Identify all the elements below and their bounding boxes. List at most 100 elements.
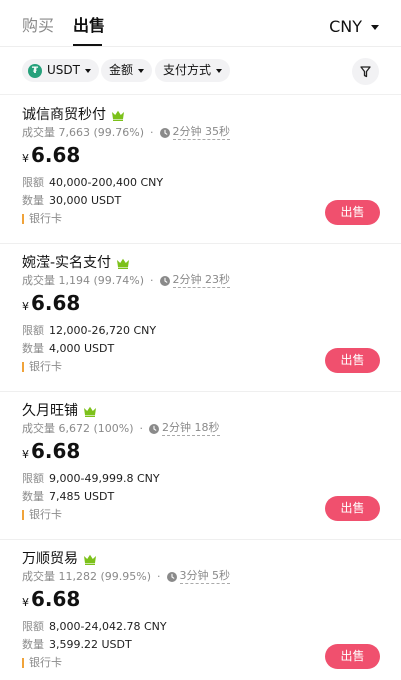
payment-method-label: 银行卡 bbox=[29, 212, 62, 225]
clock-icon bbox=[149, 423, 160, 434]
listing-card: 久月旺铺 成交量 6,672 (100%) · 2分钟 18秒 ¥ 6.68 限… bbox=[0, 392, 401, 540]
price: ¥ 6.68 bbox=[22, 586, 80, 612]
tab-buy[interactable]: 购买 bbox=[22, 16, 54, 36]
quantity-value: 7,485 USDT bbox=[49, 490, 115, 503]
currency-selector[interactable]: CNY bbox=[329, 17, 379, 37]
payment-filter[interactable]: 支付方式 bbox=[155, 59, 231, 82]
crown-icon bbox=[112, 110, 124, 121]
payment-filter-label: 支付方式 bbox=[163, 63, 212, 77]
asset-filter-label: USDT bbox=[47, 63, 80, 77]
merchant-name: 万顺贸易 bbox=[22, 551, 78, 567]
quantity-row: 数量 7,485 USDT bbox=[22, 490, 114, 504]
payment-indicator-bar bbox=[22, 658, 24, 668]
volume-value: 6,672 bbox=[58, 421, 91, 435]
limit-value: 12,000-26,720 CNY bbox=[49, 324, 157, 337]
listing-card: 诚信商贸秒付 成交量 7,663 (99.76%) · 2分钟 35秒 ¥ 6.… bbox=[0, 96, 401, 244]
listing-card: 万顺贸易 成交量 11,282 (99.95%) · 3分钟 5秒 ¥ 6.68… bbox=[0, 540, 401, 680]
price-value: 6.68 bbox=[31, 439, 81, 463]
sell-button[interactable]: 出售 bbox=[325, 496, 380, 521]
sell-button[interactable]: 出售 bbox=[325, 644, 380, 669]
release-time[interactable]: 2分钟 18秒 bbox=[162, 421, 220, 436]
currency-label: CNY bbox=[329, 17, 362, 36]
quantity-value: 30,000 USDT bbox=[49, 194, 122, 207]
release-time[interactable]: 2分钟 35秒 bbox=[172, 125, 231, 140]
quantity-row: 数量 3,599.22 USDT bbox=[22, 638, 132, 652]
price-value: 6.68 bbox=[31, 587, 81, 611]
merchant-name: 久月旺铺 bbox=[22, 403, 78, 419]
limit-label: 限额 bbox=[22, 176, 44, 189]
currency-symbol: ¥ bbox=[22, 596, 29, 609]
payment-method-label: 银行卡 bbox=[29, 360, 62, 373]
merchant-name: 诚信商贸秒付 bbox=[22, 107, 106, 123]
asset-filter[interactable]: ₮ USDT bbox=[22, 59, 99, 82]
currency-symbol: ¥ bbox=[22, 152, 29, 165]
payment-method-label: 银行卡 bbox=[29, 656, 62, 669]
merchant-stats: 成交量 1,194 (99.74%) · 2分钟 23秒 bbox=[22, 273, 231, 288]
quantity-label: 数量 bbox=[22, 194, 44, 207]
caret-down-icon bbox=[371, 24, 379, 30]
payment-method: 银行卡 bbox=[22, 212, 62, 226]
quantity-row: 数量 30,000 USDT bbox=[22, 194, 121, 208]
currency-symbol: ¥ bbox=[22, 448, 29, 461]
filter-bar: ₮ USDT 金额 支付方式 bbox=[0, 47, 401, 95]
volume-label: 成交量 bbox=[22, 421, 55, 435]
clock-icon bbox=[159, 275, 170, 286]
limit-value: 40,000-200,400 CNY bbox=[49, 176, 164, 189]
completion-rate: (99.95%) bbox=[100, 569, 152, 583]
payment-method: 银行卡 bbox=[22, 508, 62, 522]
amount-filter[interactable]: 金额 bbox=[101, 59, 153, 82]
caret-down-icon bbox=[84, 68, 91, 73]
quantity-label: 数量 bbox=[22, 342, 44, 355]
limit-label: 限额 bbox=[22, 472, 44, 485]
caret-down-icon bbox=[216, 68, 223, 73]
volume-value: 11,282 bbox=[58, 569, 98, 583]
volume-label: 成交量 bbox=[22, 273, 55, 287]
payment-indicator-bar bbox=[22, 510, 24, 520]
volume-label: 成交量 bbox=[22, 569, 55, 583]
limit-row: 限额 8,000-24,042.78 CNY bbox=[22, 620, 167, 634]
merchant-name-row[interactable]: 万顺贸易 bbox=[22, 550, 97, 568]
quantity-value: 4,000 USDT bbox=[49, 342, 115, 355]
merchant-name-row[interactable]: 婉滢-实名支付 bbox=[22, 254, 130, 272]
active-tab-indicator bbox=[73, 44, 102, 46]
separator-dot: · bbox=[150, 125, 154, 139]
payment-indicator-bar bbox=[22, 214, 24, 224]
limit-label: 限额 bbox=[22, 620, 44, 633]
completion-rate: (99.74%) bbox=[93, 273, 145, 287]
limit-value: 8,000-24,042.78 CNY bbox=[49, 620, 167, 633]
quantity-label: 数量 bbox=[22, 490, 44, 503]
volume-value: 7,663 bbox=[58, 125, 91, 139]
merchant-stats: 成交量 6,672 (100%) · 2分钟 18秒 bbox=[22, 421, 220, 436]
amount-filter-label: 金额 bbox=[109, 63, 134, 77]
tab-sell[interactable]: 出售 bbox=[73, 16, 105, 36]
price: ¥ 6.68 bbox=[22, 142, 80, 168]
sell-button[interactable]: 出售 bbox=[325, 200, 380, 225]
payment-indicator-bar bbox=[22, 362, 24, 372]
limit-label: 限额 bbox=[22, 324, 44, 337]
sell-button[interactable]: 出售 bbox=[325, 348, 380, 373]
quantity-value: 3,599.22 USDT bbox=[49, 638, 132, 651]
limit-row: 限额 9,000-49,999.8 CNY bbox=[22, 472, 160, 486]
crown-icon bbox=[117, 258, 130, 269]
price: ¥ 6.68 bbox=[22, 438, 80, 464]
listing-card: 婉滢-实名支付 成交量 1,194 (99.74%) · 2分钟 23秒 ¥ 6… bbox=[0, 244, 401, 392]
separator-dot: · bbox=[157, 569, 161, 583]
top-tabs-bar: 购买 出售 CNY bbox=[0, 0, 401, 47]
filter-button[interactable] bbox=[352, 58, 379, 85]
funnel-icon bbox=[360, 65, 371, 77]
price: ¥ 6.68 bbox=[22, 290, 80, 316]
quantity-label: 数量 bbox=[22, 638, 44, 651]
release-time[interactable]: 3分钟 5秒 bbox=[179, 569, 231, 584]
merchant-stats: 成交量 7,663 (99.76%) · 2分钟 35秒 bbox=[22, 125, 231, 140]
separator-dot: · bbox=[150, 273, 154, 287]
merchant-name-row[interactable]: 诚信商贸秒付 bbox=[22, 106, 125, 124]
price-value: 6.68 bbox=[31, 143, 81, 167]
crown-icon bbox=[84, 554, 96, 565]
merchant-stats: 成交量 11,282 (99.95%) · 3分钟 5秒 bbox=[22, 569, 231, 584]
limit-row: 限额 40,000-200,400 CNY bbox=[22, 176, 163, 190]
release-time[interactable]: 2分钟 23秒 bbox=[172, 273, 231, 288]
volume-value: 1,194 bbox=[58, 273, 91, 287]
price-value: 6.68 bbox=[31, 291, 81, 315]
merchant-name-row[interactable]: 久月旺铺 bbox=[22, 402, 97, 420]
completion-rate: (100%) bbox=[93, 421, 134, 435]
